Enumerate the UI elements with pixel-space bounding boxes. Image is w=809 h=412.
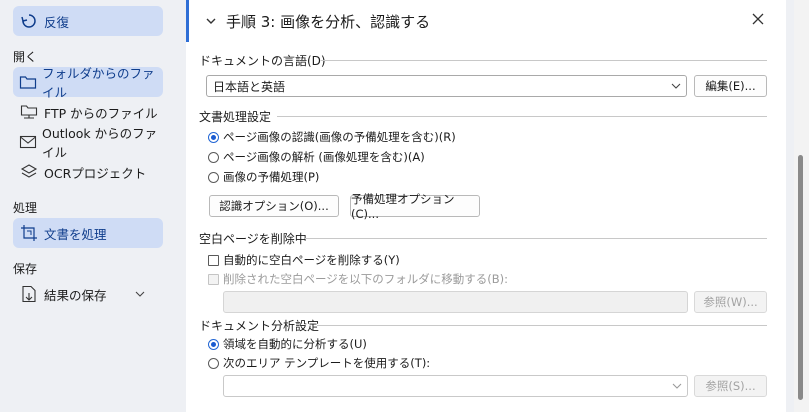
sidebar-item-label: フォルダからのファイル <box>42 66 155 100</box>
blank-folder-path-input[interactable] <box>223 291 688 313</box>
sidebar-item-label: 結果の保存 <box>44 287 107 303</box>
close-icon[interactable] <box>752 13 766 27</box>
sidebar-item-label: FTP からのファイル <box>44 105 158 121</box>
radio-preprocess[interactable]: 画像の予備処理(P) <box>208 169 319 185</box>
sidebar-item-process-document[interactable]: 文書を処理 <box>13 218 163 248</box>
group-divider <box>317 325 767 326</box>
folder-icon <box>19 72 37 92</box>
group-divider <box>305 238 767 239</box>
back-label: 反復 <box>44 14 70 30</box>
blank-pages-group-title: 空白ページを削除中 <box>199 232 307 246</box>
section-process-heading: 処理 <box>13 201 38 215</box>
save-document-icon <box>19 284 39 304</box>
radio-preprocess-label: 画像の予備処理(P) <box>223 170 320 184</box>
radio-button-checked[interactable] <box>208 338 219 350</box>
layers-icon <box>19 162 39 182</box>
language-group-title: ドキュメントの言語(D) <box>199 54 326 68</box>
processing-group-title: 文書処理設定 <box>199 110 272 124</box>
auto-delete-blank-checkbox[interactable]: 自動的に空白ページを削除する(Y) <box>208 252 400 268</box>
crop-icon <box>19 223 39 243</box>
radio-use-template[interactable]: 次のエリア テンプレートを使用する(T): <box>208 355 430 371</box>
scrollbar-thumb[interactable] <box>798 155 803 400</box>
sidebar-item-ocr-project[interactable]: OCRプロジェクト <box>13 157 163 187</box>
step-panel: 手順 3: 画像を分析、認識する ドキュメントの言語(D) 日本語と英語 編集(… <box>189 0 786 412</box>
sidebar: 反復 開く フォルダからのファイル FTP からのファイル Outlook から… <box>0 0 176 412</box>
checkbox[interactable] <box>208 254 219 266</box>
sidebar-item-save-results[interactable]: 結果の保存 <box>13 279 163 309</box>
radio-auto-analyze[interactable]: 領域を自動的に分析する(U) <box>208 336 367 352</box>
move-deleted-blank-checkbox[interactable]: 削除された空白ページを以下のフォルダに移動する(B): <box>208 271 508 287</box>
auto-delete-blank-label: 自動的に空白ページを削除する(Y) <box>223 253 400 267</box>
checkbox-disabled[interactable] <box>208 273 219 285</box>
language-select-value: 日本語と英語 <box>213 79 286 94</box>
ftp-folder-icon <box>19 102 39 122</box>
radio-button[interactable] <box>208 151 219 163</box>
section-save-heading: 保存 <box>13 262 38 276</box>
collapse-chevron-icon[interactable] <box>206 14 218 26</box>
area-template-select[interactable] <box>223 375 688 397</box>
radio-recognize-label: ページ画像の認識(画像の予備処理を含む)(R) <box>223 130 456 144</box>
browse-template-button[interactable]: 参照(S)... <box>694 375 767 397</box>
radio-recognize[interactable]: ページ画像の認識(画像の予備処理を含む)(R) <box>208 129 456 145</box>
back-loop-icon <box>19 11 39 31</box>
radio-button-checked[interactable] <box>208 131 219 143</box>
browse-folder-button[interactable]: 参照(W)... <box>694 291 767 313</box>
chevron-down-icon <box>135 287 149 301</box>
recognition-options-button[interactable]: 認識オプション(O)... <box>209 195 339 217</box>
sidebar-item-label: 文書を処理 <box>44 226 107 242</box>
chevron-down-icon <box>671 380 683 392</box>
radio-button[interactable] <box>208 171 219 183</box>
preprocess-options-button[interactable]: 予備処理オプション(C)... <box>350 192 480 221</box>
group-divider <box>321 60 767 61</box>
edit-languages-button[interactable]: 編集(E)... <box>694 75 767 97</box>
sidebar-item-folder-files[interactable]: フォルダからのファイル <box>13 66 163 100</box>
mail-icon <box>19 132 37 152</box>
analysis-group-title: ドキュメント分析設定 <box>199 319 320 333</box>
step-title: 手順 3: 画像を分析、認識する <box>226 13 431 31</box>
sidebar-item-label: OCRプロジェクト <box>44 165 147 181</box>
section-open-heading: 開く <box>13 50 38 64</box>
sidebar-item-outlook-files[interactable]: Outlook からのファイル <box>13 126 163 160</box>
radio-auto-analyze-label: 領域を自動的に分析する(U) <box>223 337 367 351</box>
move-deleted-blank-label: 削除された空白ページを以下のフォルダに移動する(B): <box>223 272 509 286</box>
radio-button[interactable] <box>208 357 219 369</box>
back-button[interactable]: 反復 <box>13 6 163 36</box>
sidebar-item-label: Outlook からのファイル <box>42 126 158 160</box>
chevron-down-icon <box>670 80 682 92</box>
radio-analyze[interactable]: ページ画像の解析 (画像処理を含む)(A) <box>208 149 425 165</box>
radio-analyze-label: ページ画像の解析 (画像処理を含む)(A) <box>223 150 425 164</box>
radio-use-template-label: 次のエリア テンプレートを使用する(T): <box>223 356 431 370</box>
group-divider <box>277 116 767 117</box>
language-select[interactable]: 日本語と英語 <box>206 75 687 97</box>
